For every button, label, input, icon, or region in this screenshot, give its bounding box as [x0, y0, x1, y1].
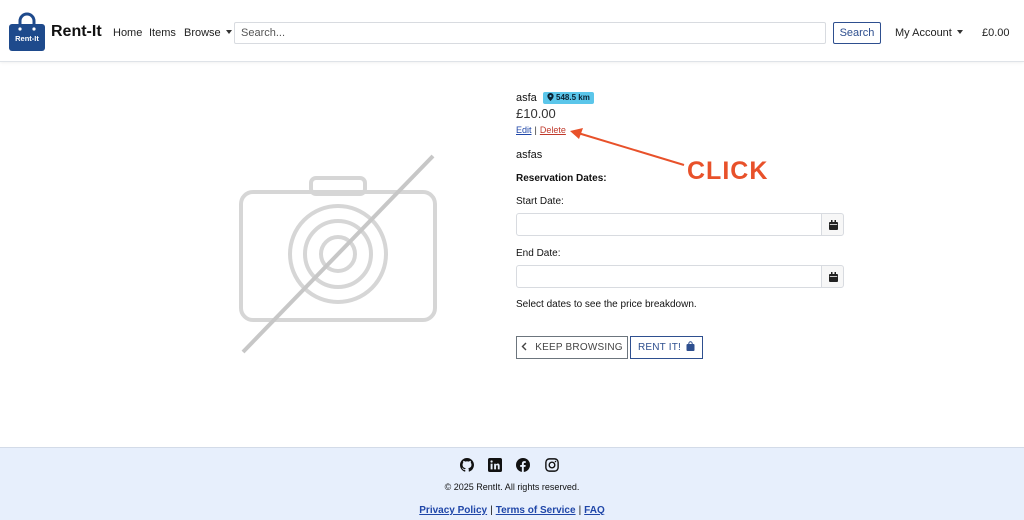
annotation-arrow [570, 128, 685, 166]
product-price: £10.00 [516, 106, 556, 121]
account-label: My Account [895, 27, 952, 39]
nav-home[interactable]: Home [113, 27, 142, 39]
facebook-icon[interactable] [516, 458, 530, 472]
nav-browse-dropdown[interactable]: Browse [184, 27, 232, 39]
chevron-down-icon [225, 30, 232, 34]
footer-links: Privacy Policy | Terms of Service | FAQ [0, 505, 1024, 516]
calendar-icon [829, 220, 838, 230]
search-button[interactable]: Search [833, 22, 881, 44]
distance-badge: 548.5 km [543, 92, 594, 104]
distance-value: 548.5 km [556, 93, 590, 102]
end-date-calendar-button[interactable] [821, 265, 844, 288]
footer: © 2025 RentIt. All rights reserved. Priv… [0, 447, 1024, 520]
chevron-down-icon [956, 30, 963, 34]
product-title: asfa [516, 92, 537, 104]
calendar-icon [829, 272, 838, 282]
account-dropdown[interactable]: My Account [895, 27, 963, 39]
end-date-label: End Date: [516, 248, 561, 259]
start-date-input[interactable] [516, 213, 822, 236]
nav-items[interactable]: Items [149, 27, 176, 39]
linkedin-icon[interactable] [488, 458, 502, 472]
copyright-text: © 2025 RentIt. All rights reserved. [444, 482, 580, 492]
footer-separator: | [490, 505, 493, 516]
map-pin-icon [547, 93, 554, 101]
link-separator: | [534, 125, 537, 135]
product-description: asfas [516, 149, 543, 161]
rent-it-button[interactable]: RENT IT! [630, 336, 703, 359]
rent-it-label: RENT IT! [637, 342, 682, 353]
click-annotation: CLICK [687, 157, 769, 185]
instagram-icon[interactable] [545, 458, 559, 472]
navbar: Rent-It Rent-It Home Items Browse Search… [0, 0, 1024, 62]
price-breakdown-hint: Select dates to see the price breakdown. [516, 299, 697, 310]
search-input[interactable] [234, 22, 826, 44]
chevron-left-icon [521, 342, 527, 351]
no-image-camera-icon [239, 154, 437, 354]
end-date-input[interactable] [516, 265, 822, 288]
edit-delete-links: Edit | Delete [516, 125, 566, 135]
privacy-policy-link[interactable]: Privacy Policy [419, 505, 487, 516]
github-icon[interactable] [460, 458, 474, 472]
start-date-calendar-button[interactable] [821, 213, 844, 236]
keep-browsing-button[interactable]: KEEP BROWSING [516, 336, 628, 359]
edit-link[interactable]: Edit [516, 125, 532, 135]
start-date-label: Start Date: [516, 196, 564, 207]
nav-browse-label: Browse [184, 27, 221, 39]
shopping-bag-logo-icon[interactable] [8, 12, 46, 52]
faq-link[interactable]: FAQ [584, 505, 605, 516]
brand-name[interactable]: Rent-It [51, 23, 102, 41]
footer-separator: | [578, 505, 582, 516]
shopping-bag-icon [686, 341, 695, 351]
cart-total[interactable]: £0.00 [982, 27, 1010, 39]
logo-text: Rent-It [15, 34, 39, 43]
keep-browsing-label: KEEP BROWSING [535, 342, 623, 353]
terms-of-service-link[interactable]: Terms of Service [496, 505, 576, 516]
